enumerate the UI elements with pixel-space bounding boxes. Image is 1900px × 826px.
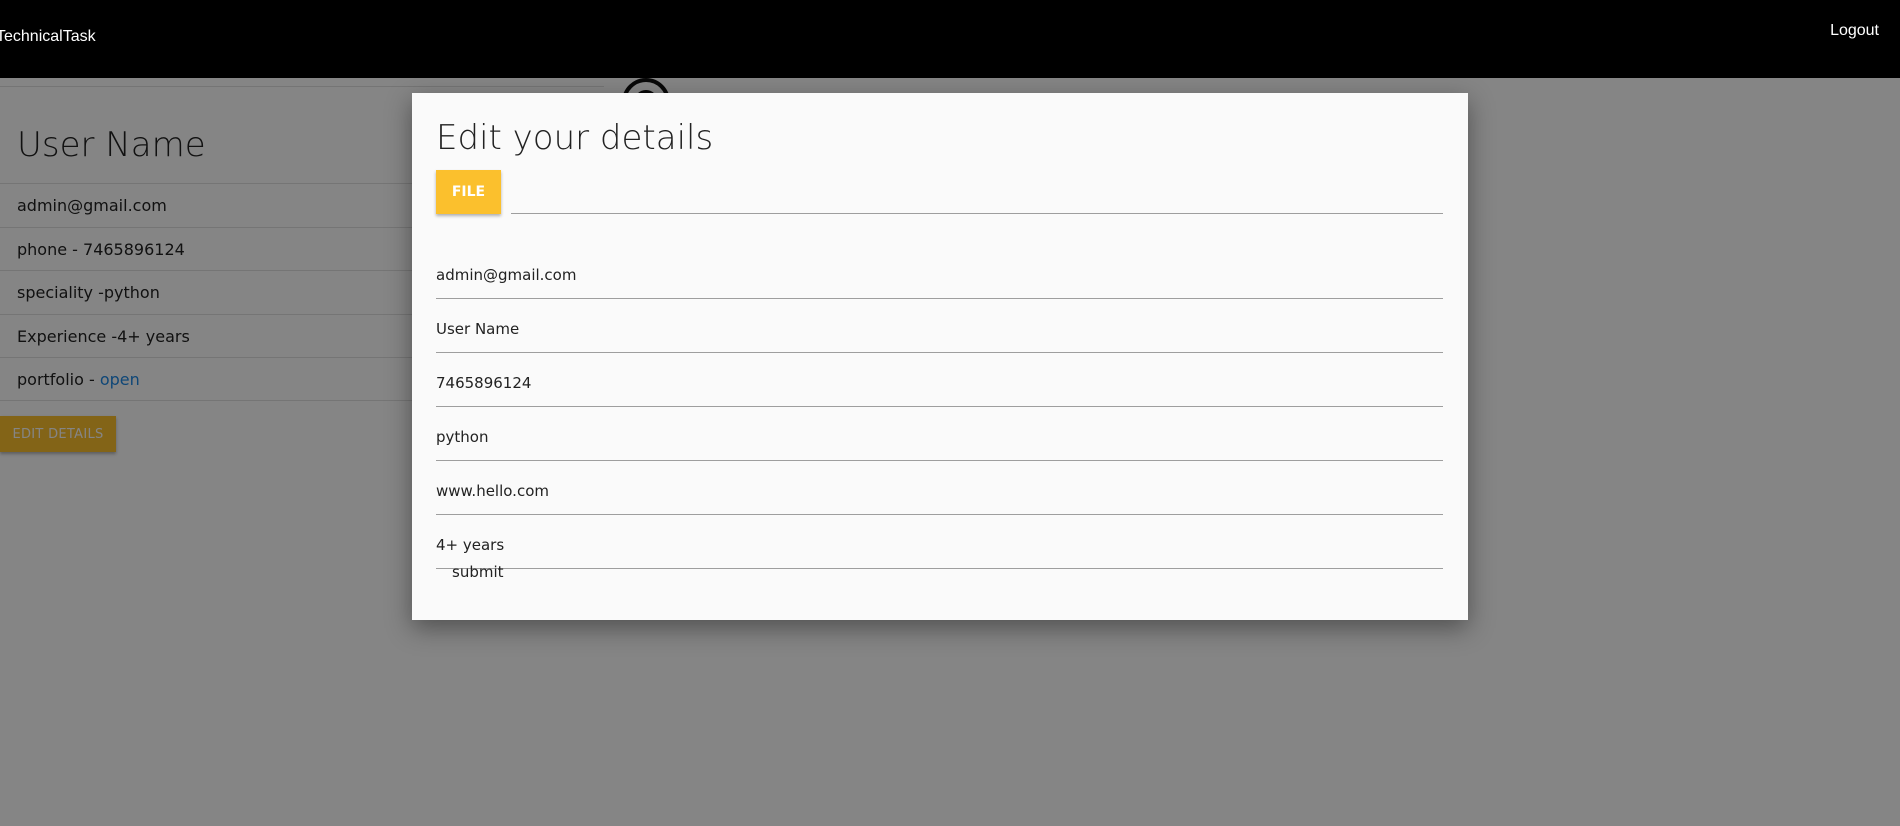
phone-field <box>436 353 1443 407</box>
portfolio-field <box>436 461 1443 515</box>
app-brand[interactable]: TechnicalTask <box>0 28 96 46</box>
experience-field <box>436 515 1443 569</box>
top-navbar: TechnicalTask Logout <box>0 0 1900 78</box>
dialog-title: Edit your details <box>436 118 714 158</box>
email-field <box>436 245 1443 299</box>
portfolio-input[interactable] <box>436 482 1443 500</box>
submit-button[interactable]: submit <box>452 563 504 581</box>
phone-input[interactable] <box>436 374 1443 392</box>
speciality-field <box>436 407 1443 461</box>
speciality-input[interactable] <box>436 428 1443 446</box>
name-input[interactable] <box>436 320 1443 338</box>
experience-input[interactable] <box>436 536 1443 554</box>
file-path-field[interactable] <box>511 213 1443 214</box>
edit-details-dialog: Edit your details FILE submit <box>412 93 1468 620</box>
email-input[interactable] <box>436 266 1443 284</box>
name-field <box>436 299 1443 353</box>
logout-link[interactable]: Logout <box>1830 22 1879 40</box>
file-upload-button[interactable]: FILE <box>436 170 501 214</box>
